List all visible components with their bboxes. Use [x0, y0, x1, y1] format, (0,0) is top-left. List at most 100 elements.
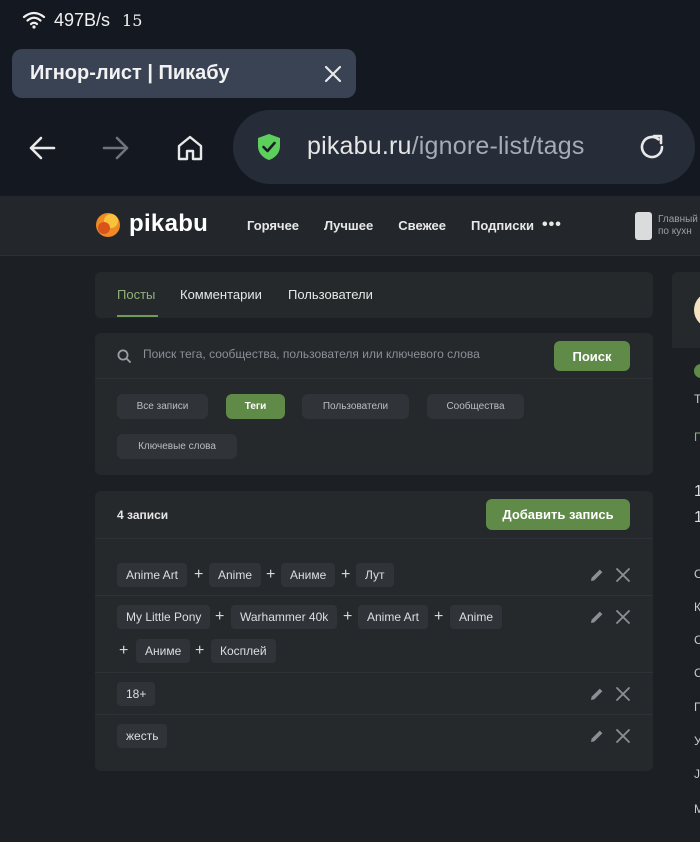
sidebar-link[interactable]: П [694, 430, 700, 444]
network-speed: 497B/s [54, 9, 111, 30]
promo-line-2: по кухн [658, 226, 692, 237]
plus-icon: + [341, 566, 351, 583]
record-count: 4 записи [117, 508, 169, 522]
top-navigation: Горячее Лучшее Свежее Подписки [247, 218, 559, 233]
nav-subscriptions[interactable]: Подписки [471, 218, 534, 233]
right-sidebar: Т П 1 1 С К С С П У Ј М [672, 272, 700, 842]
more-menu-button[interactable]: ••• [542, 216, 562, 234]
back-button[interactable] [20, 126, 64, 170]
edit-pencil-icon[interactable] [589, 609, 605, 625]
delete-x-icon[interactable] [615, 686, 631, 702]
close-icon [324, 65, 342, 82]
list-item: жесть [95, 715, 653, 757]
status-dot [694, 364, 700, 378]
sidebar-stat: 1 [694, 509, 700, 526]
url-path: /ignore-list/tags [411, 132, 585, 160]
tag-chip: Anime [209, 563, 262, 587]
url-host: pikabu.ru [307, 132, 412, 160]
status-bar: 497B/s 15 [22, 8, 142, 32]
sidebar-menu-item[interactable]: К [694, 600, 700, 614]
tag-chip: Аниме [136, 639, 191, 663]
sidebar-menu-item[interactable]: М [694, 802, 700, 816]
search-input[interactable] [143, 347, 543, 361]
filter-keywords[interactable]: Ключевые слова [117, 434, 237, 459]
search-panel: Поиск Все записи Теги Пользователи Сообщ… [95, 333, 653, 475]
browser-chrome: 497B/s 15 Игнор-лист | Пикабу pikabu.ru/… [0, 0, 700, 196]
search-icon [117, 349, 131, 363]
tag-chip: Anime Art [117, 563, 188, 587]
tag-chip: Лут [356, 563, 394, 587]
sidebar-stat: 1 [694, 483, 700, 500]
list-item: Anime Art + Anime + Аниме + Лут [95, 554, 653, 596]
pikabu-logo-icon [96, 213, 120, 237]
delete-x-icon[interactable] [615, 567, 631, 583]
site-logo[interactable]: pikabu [95, 210, 208, 238]
filter-tags[interactable]: Теги [226, 394, 285, 419]
list-header: 4 записи Добавить запись [95, 491, 653, 539]
plus-icon: + [119, 642, 129, 659]
filter-users[interactable]: Пользователи [302, 394, 409, 419]
sidebar-menu-item[interactable]: С [694, 666, 700, 680]
arrow-left-icon [29, 136, 56, 160]
tab-title: Игнор-лист | Пикабу [30, 62, 230, 84]
url-text[interactable]: pikabu.ru/ignore-list/tags [307, 132, 585, 161]
edit-pencil-icon[interactable] [589, 567, 605, 583]
browser-tab[interactable]: Игнор-лист | Пикабу [12, 49, 356, 98]
tab-close-button[interactable] [310, 51, 356, 97]
ignore-list: 4 записи Добавить запись Anime Art + Ani… [95, 491, 653, 771]
promo-line-1: Главный [658, 214, 698, 225]
sidebar-menu-item[interactable]: П [694, 700, 700, 714]
home-button[interactable] [168, 126, 212, 170]
nav-hot[interactable]: Горячее [247, 218, 299, 233]
filter-all[interactable]: Все записи [117, 394, 208, 419]
list-item: My Little Pony + Warhammer 40k + Anime A… [95, 596, 653, 673]
shield-check-icon[interactable] [257, 133, 281, 161]
sidebar-menu-item[interactable]: Ј [694, 767, 700, 781]
tag-chip: жесть [117, 724, 168, 748]
active-tab-indicator [117, 315, 158, 317]
tag-chip: Anime Art [358, 605, 429, 629]
add-record-button[interactable]: Добавить запись [486, 499, 630, 530]
nav-fresh[interactable]: Свежее [398, 218, 446, 233]
tag-chip: Warhammer 40k [231, 605, 338, 629]
tag-chip: 18+ [117, 682, 156, 706]
wifi-icon [22, 11, 46, 29]
plus-icon: + [343, 608, 353, 625]
delete-x-icon[interactable] [615, 728, 631, 744]
arrow-right-icon [102, 136, 129, 160]
plus-icon: + [195, 642, 205, 659]
tab-posts[interactable]: Посты [117, 287, 155, 302]
sidebar-menu-item[interactable]: С [694, 633, 700, 647]
tag-chip: Anime [450, 605, 503, 629]
sidebar-text: Т [694, 392, 700, 406]
edit-pencil-icon[interactable] [589, 686, 605, 702]
tab-comments[interactable]: Комментарии [180, 287, 262, 302]
search-button[interactable]: Поиск [554, 341, 630, 371]
tab-users[interactable]: Пользователи [288, 287, 373, 302]
temperature: 15 [122, 10, 143, 30]
logo-text: pikabu [129, 210, 209, 237]
sidebar-menu-item[interactable]: С [694, 567, 700, 581]
content-type-tabs: Посты Комментарии Пользователи [95, 272, 653, 318]
address-bar[interactable]: pikabu.ru/ignore-list/tags [233, 110, 695, 184]
site-header: pikabu Горячее Лучшее Свежее Подписки ••… [0, 196, 700, 256]
reload-icon[interactable] [637, 132, 667, 162]
plus-icon: + [266, 566, 276, 583]
nav-best[interactable]: Лучшее [324, 218, 373, 233]
tag-chip: Аниме [281, 563, 336, 587]
promo-thumbnail[interactable] [635, 212, 652, 240]
plus-icon: + [194, 566, 204, 583]
tag-chip: Косплей [211, 639, 276, 663]
home-icon [177, 135, 203, 161]
list-item: 18+ [95, 673, 653, 715]
sidebar-menu-item[interactable]: У [694, 734, 700, 748]
filter-communities[interactable]: Сообщества [427, 394, 524, 419]
forward-button[interactable] [94, 126, 138, 170]
search-row: Поиск [95, 333, 653, 379]
plus-icon: + [215, 608, 225, 625]
promo-text[interactable]: Главный по кухн [658, 214, 698, 238]
edit-pencil-icon[interactable] [589, 728, 605, 744]
delete-x-icon[interactable] [615, 609, 631, 625]
plus-icon: + [434, 608, 444, 625]
tag-chip: My Little Pony [117, 605, 211, 629]
